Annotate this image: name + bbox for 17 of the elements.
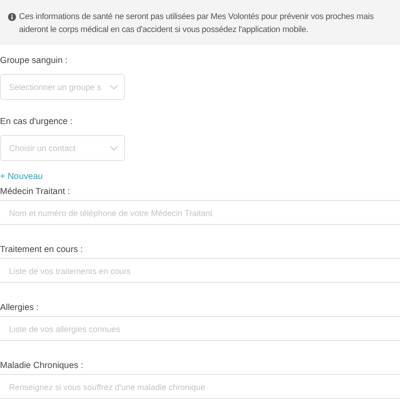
input-field[interactable]: Liste de vos allergies connues (0, 316, 400, 341)
field-label: Médecin Traitant : (0, 185, 71, 197)
input-field[interactable]: Nom et numéro de téléphone de votre Médecin Traitant (0, 200, 400, 225)
field-label: Traitement en cours : (0, 243, 84, 255)
select-dropdown[interactable]: Selectionner un groupe s (0, 74, 125, 100)
input-field[interactable]: Liste de vos traitements en cours (0, 258, 400, 283)
field-label: En cas d'urgence : (0, 115, 74, 127)
info-icon (8, 13, 16, 21)
field-label: Maladie Chroniques : (0, 359, 84, 371)
input-field[interactable]: Renseignez si vous souffrez d'une maladie chronique (0, 374, 400, 399)
field-label: Groupe sanguin : (0, 54, 68, 66)
chevron-down-icon (110, 84, 118, 90)
new-contact-link[interactable]: + Nouveau (0, 170, 43, 182)
field-label: Allergies : (0, 301, 40, 313)
chevron-down-icon (110, 146, 118, 150)
info-text: Ces informations de santé ne seront pas utilisées par Mes Volontés pour prévenir vos proches mais aideront le corps médical en cas d'accident si vous possédez l'application mobile. (19, 10, 375, 36)
select-dropdown[interactable]: Choisir un contact (0, 135, 125, 161)
